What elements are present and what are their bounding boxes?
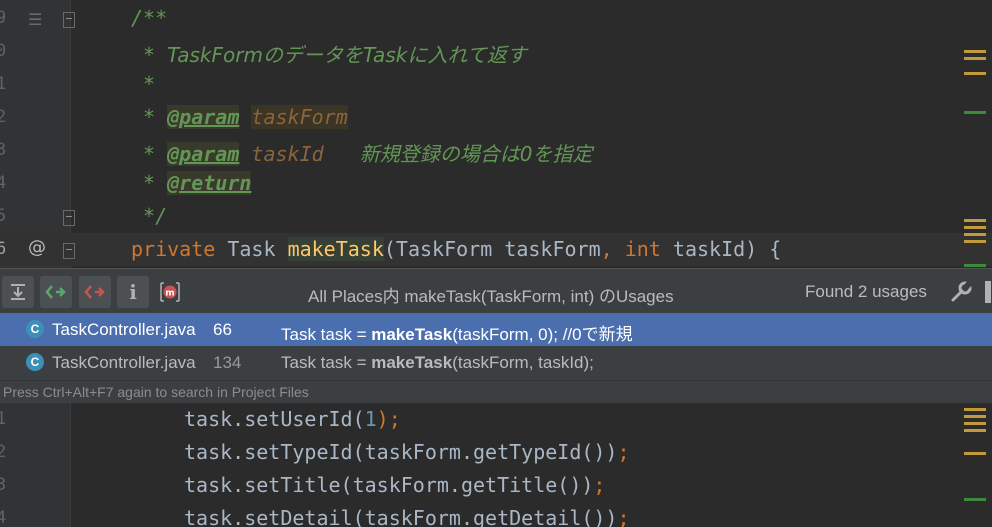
usage-row[interactable]: C TaskController.java 134 Task task = ma… bbox=[0, 346, 992, 379]
scrollbar-ok-mark[interactable] bbox=[964, 111, 986, 114]
usages-gutter-icon[interactable]: @ bbox=[28, 237, 46, 258]
scrollbar-warning-mark[interactable] bbox=[964, 429, 986, 432]
statement-end: ; bbox=[617, 440, 630, 464]
line-number: 6 bbox=[0, 239, 7, 259]
code-line[interactable]: 4 * @return bbox=[0, 167, 992, 200]
javadoc-prefix: * bbox=[131, 142, 168, 166]
scrollbar-warning-mark[interactable] bbox=[964, 72, 986, 75]
line-number: 2 bbox=[0, 442, 7, 462]
scrollbar-ok-mark[interactable] bbox=[964, 264, 986, 267]
return-type: Task bbox=[227, 237, 276, 261]
line-number: 4 bbox=[0, 508, 7, 527]
code-line[interactable]: 0 * TaskFormのデータをTaskに入れて返す bbox=[0, 35, 992, 68]
keyword-int: int bbox=[624, 237, 661, 261]
keyword-private: private bbox=[131, 237, 216, 261]
code-line[interactable]: 1 * bbox=[0, 68, 992, 101]
svg-text:m: m bbox=[165, 289, 174, 299]
javadoc-param-description: 新規登録の場合は0を指定 bbox=[359, 142, 593, 166]
scrollbar-warning-mark[interactable] bbox=[964, 226, 986, 229]
signature-part: taskId) { bbox=[672, 237, 782, 261]
info-icon[interactable]: i bbox=[117, 276, 149, 308]
usages-toolbar: i m All Places内 makeTask(TaskForm, int) … bbox=[0, 268, 992, 314]
fold-marker-icon[interactable] bbox=[63, 243, 75, 259]
code-line[interactable]: 2 task.setTypeId(taskForm.getTypeId()); bbox=[0, 436, 992, 469]
line-number: 0 bbox=[0, 41, 7, 61]
javadoc-return-tag: @return bbox=[167, 171, 252, 195]
line-number: 1 bbox=[0, 409, 7, 429]
code-text: task.setTypeId(taskForm.getTypeId()) bbox=[184, 440, 618, 464]
code-line-current[interactable]: 6 @ private Task makeTask(TaskForm taskF… bbox=[0, 233, 992, 266]
prev-occurrence-icon[interactable] bbox=[79, 276, 111, 308]
javadoc-prefix: * bbox=[131, 105, 168, 129]
signature-part: (TaskForm taskForm bbox=[383, 237, 601, 261]
code-text: task.setTitle(taskForm.getTitle()) bbox=[184, 473, 594, 497]
code-line[interactable]: 2 * @param taskForm bbox=[0, 101, 992, 134]
code-line[interactable]: 3 * @param taskId 新規登録の場合は0を指定 bbox=[0, 134, 992, 167]
javadoc-description: TaskFormのデータをTaskに入れて返す bbox=[167, 43, 527, 67]
statement-end: ; bbox=[617, 506, 630, 527]
code-text: task.setDetail(taskForm.getDetail()) bbox=[184, 506, 618, 527]
statement-end: ); bbox=[376, 407, 401, 431]
usages-popup[interactable]: i m All Places内 makeTask(TaskForm, int) … bbox=[0, 268, 992, 404]
usage-snippet: Task task = makeTask(taskForm, taskId); bbox=[281, 353, 594, 372]
scrollbar-warning-mark[interactable] bbox=[964, 219, 986, 222]
code-line[interactable]: 5 */ bbox=[0, 200, 992, 233]
scrollbar-warning-mark[interactable] bbox=[964, 240, 986, 243]
code-line[interactable]: 9 ☰ /** bbox=[0, 2, 992, 35]
javadoc-open: /** bbox=[131, 6, 168, 30]
usages-count: Found 2 usages bbox=[805, 282, 927, 301]
code-line[interactable]: 3 task.setTitle(taskForm.getTitle()); bbox=[0, 469, 992, 502]
number-literal: 1 bbox=[364, 407, 377, 431]
expand-icon[interactable] bbox=[2, 276, 34, 308]
line-number: 2 bbox=[0, 107, 7, 127]
line-number: 4 bbox=[0, 173, 7, 193]
javadoc-param-name: taskForm bbox=[251, 105, 348, 129]
code-line[interactable]: 4 task.setDetail(taskForm.getDetail()); bbox=[0, 502, 992, 527]
javadoc-prefix: * bbox=[131, 171, 168, 195]
next-occurrence-icon[interactable] bbox=[40, 276, 72, 308]
method-name[interactable]: makeTask bbox=[287, 237, 384, 261]
scrollbar-warning-mark[interactable] bbox=[964, 415, 986, 418]
top-editor-pane[interactable]: 9 ☰ /** 0 * TaskFormのデータをTaskに入れて返す 1 * … bbox=[0, 0, 992, 268]
fold-marker-icon[interactable] bbox=[63, 12, 75, 28]
usage-file: TaskController.java bbox=[52, 320, 196, 339]
line-number: 9 bbox=[0, 8, 7, 28]
line-number: 3 bbox=[0, 475, 7, 495]
usage-line: 134 bbox=[213, 353, 242, 372]
usage-file: TaskController.java bbox=[52, 353, 196, 372]
code-text: task.setUserId( bbox=[184, 407, 365, 431]
line-number: 1 bbox=[0, 74, 7, 94]
javadoc-close: */ bbox=[131, 204, 168, 228]
scrollbar-warning-mark[interactable] bbox=[964, 408, 986, 411]
scrollbar-warning-mark[interactable] bbox=[964, 50, 986, 53]
javadoc-param-tag: @param bbox=[167, 142, 240, 166]
settings-edge-icon[interactable] bbox=[985, 281, 991, 303]
class-icon: C bbox=[26, 353, 44, 371]
usages-title: All Places内 makeTask(TaskForm, int) のUsa… bbox=[308, 287, 674, 306]
fold-marker-icon[interactable] bbox=[63, 210, 75, 226]
line-number: 5 bbox=[0, 206, 7, 226]
scrollbar-warning-mark[interactable] bbox=[964, 422, 986, 425]
javadoc-param-name: taskId bbox=[251, 142, 324, 166]
method-icon[interactable]: m bbox=[159, 281, 181, 303]
scrollbar-ok-mark[interactable] bbox=[964, 498, 986, 501]
comma: , bbox=[600, 237, 613, 261]
javadoc-prefix: * bbox=[131, 43, 168, 67]
search-hint: Press Ctrl+Alt+F7 again to search in Pro… bbox=[0, 380, 992, 404]
usage-snippet: Task task = makeTask(taskForm, 0); //0で新… bbox=[281, 325, 633, 344]
javadoc-param-tag: @param bbox=[167, 105, 240, 129]
bottom-editor-pane[interactable]: 1 task.setUserId(1); 2 task.setTypeId(ta… bbox=[0, 403, 992, 527]
code-line[interactable]: 1 task.setUserId(1); bbox=[0, 403, 992, 436]
wrench-icon[interactable] bbox=[950, 280, 973, 308]
usage-row[interactable]: C TaskController.java 66 Task task = mak… bbox=[0, 313, 992, 346]
usage-line: 66 bbox=[213, 320, 232, 339]
scrollbar-warning-mark[interactable] bbox=[964, 452, 986, 455]
scrollbar-warning-mark[interactable] bbox=[964, 233, 986, 236]
class-icon: C bbox=[26, 320, 44, 338]
scrollbar-warning-mark[interactable] bbox=[964, 57, 986, 60]
line-number: 3 bbox=[0, 140, 7, 160]
statement-end: ; bbox=[593, 473, 606, 497]
javadoc-prefix: * bbox=[131, 72, 156, 96]
structure-icon[interactable]: ☰ bbox=[28, 10, 42, 29]
